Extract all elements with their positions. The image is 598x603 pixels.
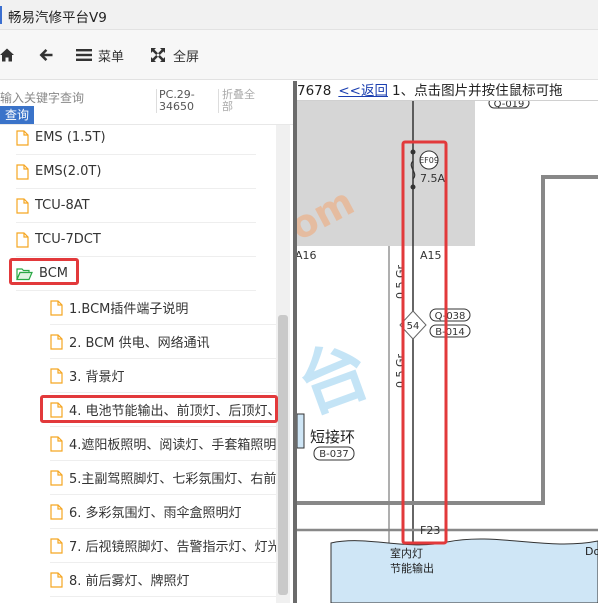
toolbar: 菜单 全屏 <box>0 30 598 80</box>
splice-ref-1: Q-038 <box>435 311 466 322</box>
tree-item-label: 5.主副驾照脚灯、七彩氛围灯、右前 <box>69 472 276 487</box>
tree-item-tcu-8at[interactable]: TCU-8AT <box>16 189 256 223</box>
module-edge-text: Do <box>585 545 598 558</box>
module-label-2: 节能输出 <box>390 561 434 575</box>
module-label-1: 室内灯 <box>390 546 423 560</box>
title-bar: 畅易汽修平台V9 <box>0 0 598 30</box>
short-ring-label: 短接环 <box>310 428 355 446</box>
tree-item-label: 4.遮阳板照明、阅读灯、手套箱照明 <box>69 438 276 453</box>
tree-item-label: 6. 多彩氛围灯、雨伞盒照明灯 <box>69 506 242 521</box>
wire-color-2: 0.5 Gr <box>394 353 407 388</box>
pin-a15: A15 <box>420 249 442 262</box>
file-icon <box>16 129 29 146</box>
tree-child-bcm-power[interactable]: 2. BCM 供电、网络通讯 <box>50 325 276 359</box>
short-ring-ref: B-037 <box>319 449 349 460</box>
menu-icon <box>76 49 92 61</box>
wiring-diagram[interactable]: Q-019 EF09 7.5A A16 A15 0.5 Gr 0.5 Gr 54… <box>297 81 598 603</box>
selected-item-highlight-box <box>40 395 278 423</box>
instruction-text: 1、点击图片并按住鼠标可拖 <box>391 83 563 99</box>
tree-child-visor-light[interactable]: 4.遮阳板照明、阅读灯、手套箱照明 <box>50 427 276 461</box>
nav-scrollbar[interactable] <box>276 125 290 603</box>
module-body <box>330 538 598 603</box>
fuse-id: EF09 <box>419 156 439 165</box>
file-icon <box>16 197 29 214</box>
title-accent <box>0 6 2 24</box>
nav-scroll-thumb[interactable] <box>278 315 288 595</box>
fuse-rating: 7.5A <box>420 172 445 185</box>
splice-ref-2: B-014 <box>435 327 465 338</box>
back-link[interactable]: <<返回 <box>338 83 388 99</box>
tree-item-ems-15t[interactable]: EMS (1.5T) <box>16 121 256 155</box>
file-icon <box>50 469 63 486</box>
page-code: 7678 <box>297 83 332 99</box>
file-icon <box>50 571 63 588</box>
tree-item-label: EMS (1.5T) <box>35 130 106 145</box>
back-button[interactable] <box>38 46 54 64</box>
tree-item-label: 1.BCM插件端子说明 <box>69 302 189 317</box>
fullscreen-label: 全屏 <box>173 49 200 65</box>
tree-item-label: TCU-7DCT <box>35 232 101 247</box>
viewer-header: 7678 <<返回 1、点击图片并按住鼠标可拖 <box>297 81 598 101</box>
search-input[interactable]: 输入关键字查询 <box>0 89 150 107</box>
fullscreen-button[interactable]: 全屏 <box>150 46 200 65</box>
home-icon <box>0 48 14 62</box>
file-icon <box>50 537 63 554</box>
collapse-all-button[interactable]: 折叠全部 <box>218 89 258 113</box>
tree-item-label: 2. BCM 供电、网络通讯 <box>69 336 210 351</box>
diagram-viewer[interactable]: 7678 <<返回 1、点击图片并按住鼠标可拖 Q-019 EF09 7.5A A1… <box>297 81 598 603</box>
fullscreen-icon <box>151 48 165 62</box>
file-icon <box>50 333 63 350</box>
file-icon <box>16 163 29 180</box>
version-code: PC.29-34650 <box>156 89 212 113</box>
tree-child-mirror-light[interactable]: 7. 后视镜照脚灯、告警指示灯、灯光 <box>50 529 276 563</box>
menu-button[interactable]: 菜单 <box>76 46 125 65</box>
watermark-text-2: 台 <box>297 328 381 429</box>
tree-child-fog-light[interactable]: 8. 前后雾灯、牌照灯 <box>50 563 276 597</box>
tree-item-tcu-7dct[interactable]: TCU-7DCT <box>16 223 256 257</box>
wire-color-1: 0.5 Gr <box>394 264 407 299</box>
pin-a16: A16 <box>297 249 317 262</box>
app-title: 畅易汽修平台V9 <box>8 10 107 26</box>
search-area: 输入关键字查询 查询 PC.29-34650 折叠全部 <box>0 81 293 125</box>
pin-f23: F23 <box>420 524 440 537</box>
file-icon <box>50 367 63 384</box>
tree-item-label: 8. 前后雾灯、牌照灯 <box>69 574 190 589</box>
fuse-top-node <box>410 149 416 155</box>
nav-panel: 输入关键字查询 查询 PC.29-34650 折叠全部 EMS (1.5T) E… <box>0 81 293 603</box>
file-icon <box>50 299 63 316</box>
tree-child-bcm-pins[interactable]: 1.BCM插件端子说明 <box>50 291 276 325</box>
file-icon <box>16 231 29 248</box>
fuse-bottom-node <box>410 184 416 190</box>
tree-child-footwell-light[interactable]: 5.主副驾照脚灯、七彩氛围灯、右前 <box>50 461 276 495</box>
bcm-highlight-box <box>9 258 79 285</box>
tree-item-label: 7. 后视镜照脚灯、告警指示灯、灯光 <box>69 540 276 555</box>
tree-child-ambient-light[interactable]: 6. 多彩氛围灯、雨伞盒照明灯 <box>50 495 276 529</box>
splice-number: 54 <box>407 321 420 332</box>
tree-item-label: EMS(2.0T) <box>35 164 102 179</box>
tree-item-ems-20t[interactable]: EMS(2.0T) <box>16 155 256 189</box>
tree-child-backlight[interactable]: 3. 背景灯 <box>50 359 276 393</box>
file-icon <box>50 503 63 520</box>
short-ring-block <box>297 413 305 449</box>
tree-item-label: 3. 背景灯 <box>69 370 125 385</box>
tree-item-label: TCU-8AT <box>35 198 90 213</box>
back-arrow-icon <box>39 49 53 61</box>
menu-label: 菜单 <box>98 49 125 65</box>
file-icon <box>50 435 63 452</box>
home-button[interactable] <box>0 46 16 64</box>
